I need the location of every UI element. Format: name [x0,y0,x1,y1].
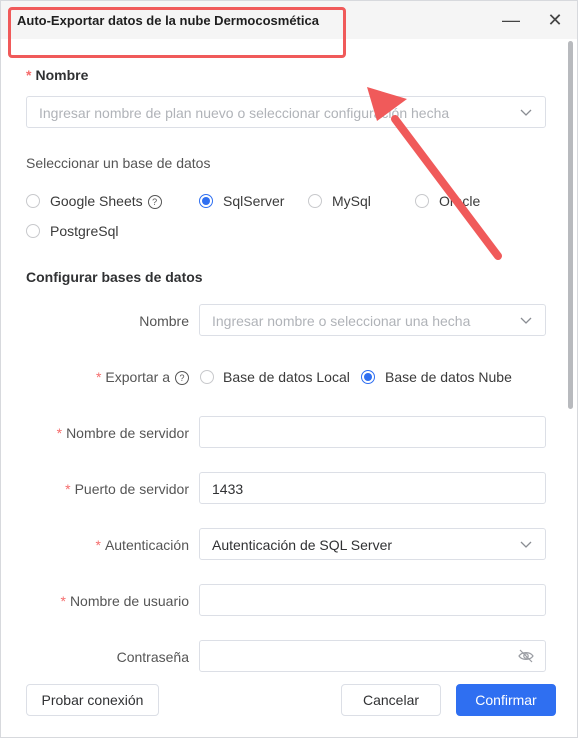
minimize-icon[interactable]: — [502,11,520,29]
required-asterisk: * [56,425,63,441]
config-name-placeholder: Ingresar nombre o seleccionar una hecha [212,313,471,329]
nombre-label: * Nombre [26,67,89,83]
server-name-label: * Nombre de servidor [56,425,189,441]
port-input[interactable]: 1433 [199,472,546,504]
chevron-down-icon [520,541,532,548]
auth-value: Autenticación de SQL Server [212,537,393,553]
radio-mysql[interactable] [308,194,322,208]
config-nombre-label: Nombre [139,313,189,329]
configure-heading: Configurar bases de datos [26,269,203,285]
port-label: * Puerto de servidor [65,481,189,497]
dialog-title: Auto-Exportar datos de la nube Dermocosm… [17,13,319,28]
postgresql-option-label: PostgreSql [50,223,119,239]
required-asterisk: * [26,67,32,83]
username-label: * Nombre de usuario [60,593,189,609]
config-name-select[interactable]: Ingresar nombre o seleccionar una hecha [199,304,546,336]
password-label: Contraseña [116,649,189,665]
eye-off-icon[interactable] [518,649,534,663]
google-sheets-option: Google Sheets? [50,193,162,209]
required-asterisk: * [65,481,71,497]
radio-local-db[interactable] [200,370,214,384]
question-circle-icon[interactable]: ? [147,195,162,209]
server-name-input[interactable] [199,416,546,448]
exportar-label: * Exportar a? [1,369,189,385]
annotation-arrow [367,87,502,260]
question-circle-icon[interactable]: ? [175,371,189,385]
chevron-down-icon [520,109,532,116]
required-asterisk: * [95,537,101,553]
cancel-button[interactable]: Cancelar [341,684,441,716]
radio-google-sheets[interactable] [26,194,40,208]
chevron-down-icon [520,317,532,324]
required-asterisk: * [60,593,66,609]
scrollbar[interactable] [568,41,573,409]
database-select-label: Seleccionar un base de datos [26,155,211,171]
auth-select[interactable]: Autenticación de SQL Server [199,528,546,560]
local-db-option-label: Base de datos Local [223,369,350,385]
test-connection-button[interactable]: Probar conexión [26,684,159,716]
port-value: 1433 [212,481,244,497]
radio-postgresql[interactable] [26,224,40,238]
password-input[interactable] [199,640,546,672]
confirm-button[interactable]: Confirmar [456,684,556,716]
radio-sqlserver[interactable] [199,194,213,208]
title-bar: Auto-Exportar datos de la nube Dermocosm… [1,1,577,39]
radio-cloud-db[interactable] [361,370,375,384]
required-asterisk: * [95,369,102,385]
auto-export-dialog: Auto-Exportar datos de la nube Dermocosm… [0,0,578,738]
username-input[interactable] [199,584,546,616]
cloud-db-option-label: Base de datos Nube [385,369,512,385]
sqlserver-option-label: SqlServer [223,193,285,209]
auth-label: * Autenticación [95,537,189,553]
close-icon[interactable]: ✕ [546,11,564,29]
